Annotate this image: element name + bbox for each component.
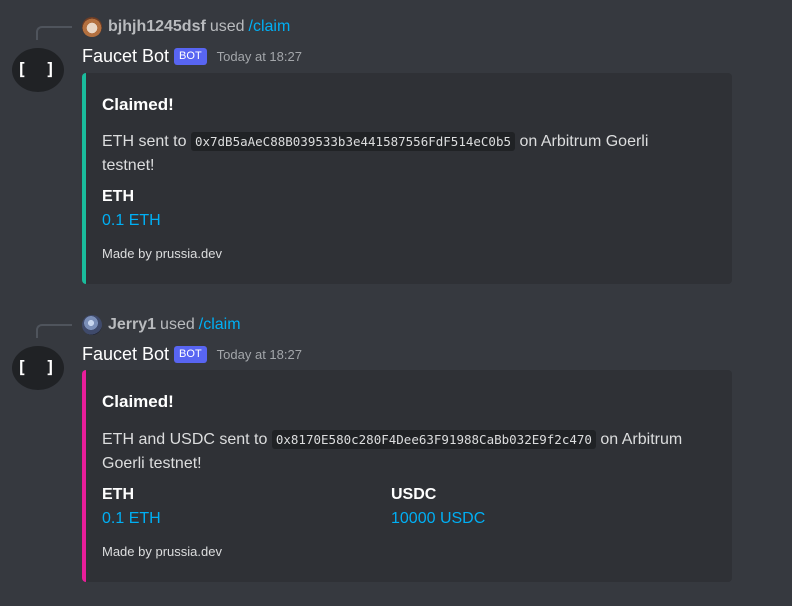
reply-connector [36, 324, 72, 338]
reply-context[interactable]: bjhjh1245dsf used /claim [82, 16, 290, 38]
reply-context[interactable]: Jerry1 used /claim [82, 314, 241, 336]
reply-username[interactable]: bjhjh1245dsf [108, 18, 206, 36]
embed-footer: Made by prussia.dev [102, 246, 222, 261]
timestamp[interactable]: Today at 18:27 [217, 347, 302, 362]
bot-name[interactable]: Faucet Bot [82, 46, 169, 67]
desc-suffix-line2: testnet! [102, 157, 155, 174]
planet-avatar-icon[interactable] [82, 315, 102, 335]
bot-name[interactable]: Faucet Bot [82, 344, 169, 365]
field-value: 10000 USDC [391, 510, 486, 527]
desc-prefix: ETH sent to [102, 133, 187, 150]
reply-command[interactable]: /claim [199, 316, 241, 334]
wallet-address: 0x8170E580c280F4Dee63F91988CaBb032E9f2c4… [271, 430, 596, 449]
embed-title: Claimed! [102, 392, 174, 411]
desc-suffix-line2: Goerli testnet! [102, 455, 202, 472]
embed-footer: Made by prussia.dev [102, 544, 222, 559]
desc-prefix: ETH and USDC sent to [102, 431, 268, 448]
field-eth: ETH 0.1 ETH [102, 186, 161, 234]
field-name: ETH [102, 486, 134, 503]
field-name: USDC [391, 486, 437, 503]
bot-avatar-text: [ ] [16, 358, 60, 378]
embed-card: Claimed! ETH sent to 0x7dB5aAeC88B039533… [82, 73, 732, 284]
reply-connector [36, 26, 72, 40]
field-usdc: USDC 10000 USDC [391, 484, 485, 532]
message-header: Faucet Bot BOT Today at 18:27 [82, 342, 302, 366]
reply-command[interactable]: /claim [249, 18, 291, 36]
desc-suffix: on Arbitrum [600, 431, 683, 448]
field-name: ETH [102, 188, 134, 205]
desc-suffix: on Arbitrum Goerli [519, 133, 649, 150]
message-header: Faucet Bot BOT Today at 18:27 [82, 44, 302, 68]
reply-username[interactable]: Jerry1 [108, 316, 156, 334]
bot-tag-badge: BOT [174, 345, 207, 363]
owl-avatar-icon[interactable] [82, 17, 102, 37]
reply-used-text: used [160, 316, 195, 333]
field-eth: ETH 0.1 ETH [102, 484, 161, 532]
bot-avatar[interactable]: [ ] [12, 48, 64, 92]
bot-avatar[interactable]: [ ] [12, 346, 64, 390]
embed-description: ETH sent to 0x7dB5aAeC88B039533b3e441587… [102, 130, 722, 178]
embed-description: ETH and USDC sent to 0x8170E580c280F4Dee… [102, 428, 722, 476]
bot-tag-badge: BOT [174, 47, 207, 65]
reply-used-text: used [209, 18, 245, 35]
field-value: 0.1 ETH [102, 510, 161, 527]
timestamp[interactable]: Today at 18:27 [217, 49, 302, 64]
wallet-address: 0x7dB5aAeC88B039533b3e441587556FdF514eC0… [190, 132, 516, 151]
bot-avatar-text: [ ] [16, 60, 60, 80]
embed-card: Claimed! ETH and USDC sent to 0x8170E580… [82, 370, 732, 582]
field-value: 0.1 ETH [102, 212, 161, 229]
embed-title: Claimed! [102, 95, 174, 114]
